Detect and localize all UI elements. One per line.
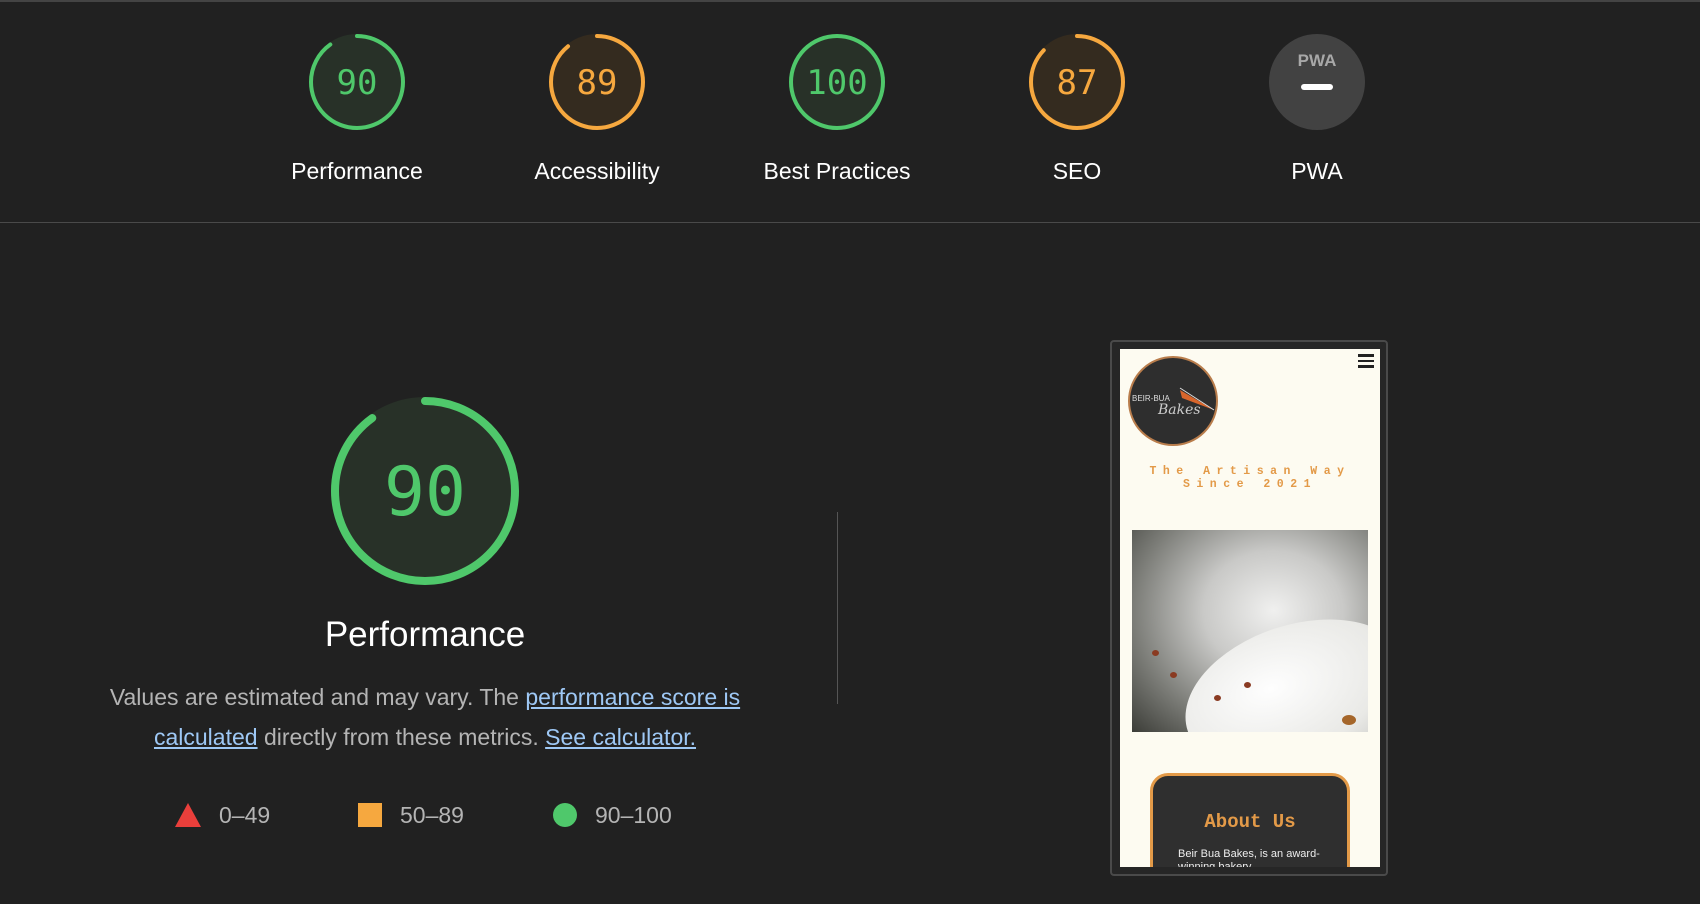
- category-gauges: 90 Performance 89 Accessibility 100 Best…: [0, 0, 1700, 223]
- desc-text-2: directly from these metrics.: [257, 723, 546, 750]
- seo-score: 87: [1057, 63, 1098, 103]
- bakery-logo: BEIR-BUA Bakes: [1128, 356, 1218, 446]
- gauge-label-best-practices: Best Practices: [763, 158, 911, 184]
- legend-average: 50–89: [358, 800, 464, 830]
- accessibility-score: 89: [577, 63, 618, 103]
- best-practices-gauge-ring: 100: [789, 34, 885, 130]
- performance-main-score: 90: [384, 453, 466, 532]
- legend-pass-range: 90–100: [595, 801, 672, 828]
- circle-icon: [553, 803, 577, 827]
- legend-fail: 0–49: [175, 800, 270, 830]
- pwa-badge-text: PWA: [1298, 51, 1337, 70]
- final-screenshot: BEIR-BUA Bakes The Artisan Way Since 202…: [1120, 349, 1380, 867]
- performance-main-gauge: 90: [331, 397, 519, 585]
- hero-crumb: [1342, 715, 1356, 725]
- hero-crumb: [1152, 650, 1159, 656]
- pwa-badge: PWA: [1269, 34, 1365, 130]
- gauge-best-practices[interactable]: 100 Best Practices: [757, 32, 917, 185]
- legend-fail-range: 0–49: [219, 801, 271, 828]
- tagline-line-1: The Artisan Way: [1149, 465, 1351, 478]
- section-divider: [837, 512, 838, 704]
- performance-score: 90: [337, 63, 378, 103]
- gauge-label-performance: Performance: [291, 158, 423, 184]
- gauge-seo[interactable]: 87 SEO: [997, 32, 1157, 185]
- hamburger-menu-icon: [1358, 354, 1374, 368]
- hero-cake-shape: [1165, 592, 1368, 732]
- hero-crumb: [1244, 682, 1251, 688]
- best-practices-score: 100: [806, 63, 867, 103]
- gauge-accessibility[interactable]: 89 Accessibility: [517, 32, 677, 185]
- about-card: About Us Beir Bua Bakes, is an award-win…: [1150, 773, 1350, 867]
- legend-pass: 90–100: [553, 800, 672, 830]
- pwa-dash-icon: [1301, 84, 1333, 90]
- gauge-label-accessibility: Accessibility: [534, 158, 660, 184]
- performance-description: Values are estimated and may vary. The p…: [80, 678, 770, 757]
- score-legend: 0–49 50–89 90–100: [0, 800, 800, 830]
- gauge-label-pwa: PWA: [1291, 158, 1343, 184]
- see-calculator-link[interactable]: See calculator.: [545, 724, 696, 750]
- about-title: About Us: [1204, 811, 1296, 833]
- hero-crumb: [1214, 695, 1221, 701]
- logo-script: Bakes: [1158, 402, 1201, 418]
- square-icon: [358, 803, 382, 827]
- gauge-performance[interactable]: 90 Performance: [277, 32, 437, 185]
- about-text: Beir Bua Bakes, is an award-winning bake…: [1178, 848, 1320, 867]
- tagline-line-2: Since 2021: [1182, 478, 1317, 491]
- desc-text-1: Values are estimated and may vary. The: [109, 684, 526, 710]
- seo-gauge-ring: 87: [1029, 34, 1125, 130]
- hero-crumb: [1170, 672, 1177, 678]
- triangle-icon: [175, 803, 201, 827]
- accessibility-gauge-ring: 89: [549, 34, 645, 130]
- legend-average-range: 50–89: [400, 801, 464, 828]
- performance-gauge-ring: 90: [309, 34, 405, 130]
- tagline: The Artisan Way Since 2021: [1120, 465, 1380, 491]
- gauge-pwa[interactable]: PWA PWA: [1237, 32, 1397, 185]
- gauge-label-seo: SEO: [1052, 158, 1102, 184]
- hero-image: [1132, 530, 1368, 732]
- performance-title: Performance: [324, 615, 526, 654]
